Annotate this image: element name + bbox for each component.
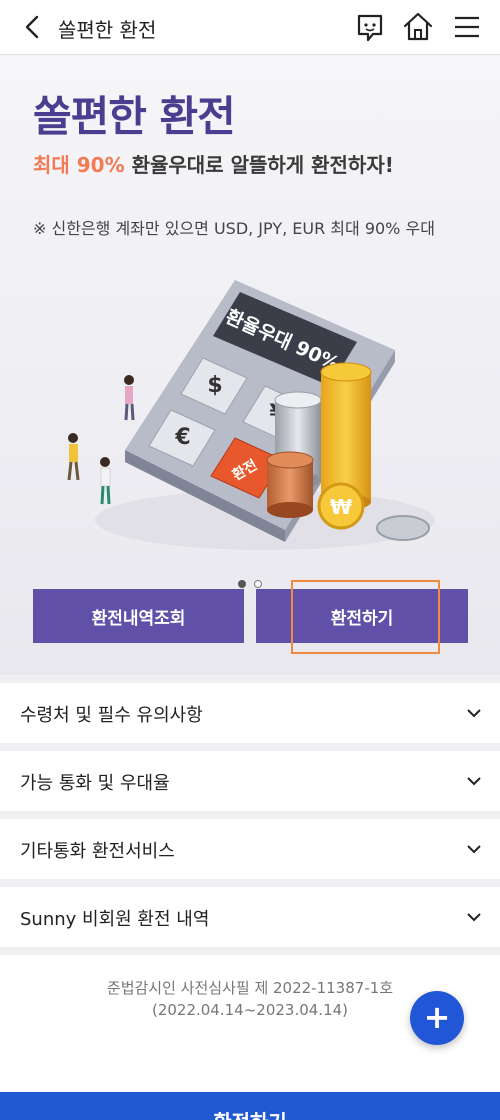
accordion-currencies-rates[interactable]: 가능 통화 및 우대율: [0, 751, 500, 811]
subtitle-highlight: 최대 90%: [33, 153, 125, 177]
carousel-dot-1[interactable]: [238, 580, 246, 588]
subtitle-text: 환율우대로 알뜰하게 환전하자!: [124, 153, 394, 177]
promo-banner: 쏠편한 환전 최대 90% 환율우대로 알뜰하게 환전하자! ※ 신한은행 계좌…: [0, 55, 500, 675]
hamburger-menu-icon[interactable]: [450, 10, 484, 44]
banner-title: 쏠편한 환전: [33, 92, 236, 141]
accordion-label: 기타통화 환전서비스: [20, 841, 175, 862]
accordion-pickup-notice[interactable]: 수령처 및 필수 유의사항: [0, 683, 500, 743]
footer-area: 준법감시인 사전심사필 제 2022-11387-1호 (2022.04.14~…: [0, 955, 500, 1095]
chevron-down-icon: [467, 913, 481, 922]
bottom-exchange-button[interactable]: 환전하기: [0, 1092, 500, 1120]
accordion-label: Sunny 비회원 환전 내역: [20, 909, 210, 930]
carousel-dot-2[interactable]: [254, 580, 263, 588]
bottom-exchange-label: 환전하기: [0, 1106, 500, 1120]
chevron-down-icon: [467, 777, 481, 786]
accordion-other-currency-service[interactable]: 기타통화 환전서비스: [0, 819, 500, 879]
plus-icon: +: [423, 998, 451, 1036]
exchange-button[interactable]: 환전하기: [256, 589, 468, 643]
dollar-key-label: $: [207, 373, 222, 398]
chevron-down-icon: [467, 709, 481, 718]
banner-subtitle: 최대 90% 환율우대로 알뜰하게 환전하자!: [33, 149, 394, 178]
calculator-coins-illustration: 환율우대 90% $ ¥ € 환전 ₩: [67, 280, 435, 550]
chat-icon[interactable]: [353, 10, 387, 44]
back-icon[interactable]: [18, 12, 48, 42]
person-figures: [67, 375, 135, 505]
accordion-label: 수령처 및 필수 유의사항: [20, 705, 203, 726]
floating-add-button[interactable]: +: [410, 991, 464, 1045]
accordion-sunny-nonmember-history[interactable]: Sunny 비회원 환전 내역: [0, 887, 500, 947]
euro-key-label: €: [174, 425, 190, 450]
chevron-down-icon: [467, 845, 481, 854]
accordion-label: 가능 통화 및 우대율: [20, 773, 170, 794]
page-title: 쏠편한 환전: [58, 18, 157, 42]
home-icon[interactable]: [401, 10, 435, 44]
won-coin-label: ₩: [330, 495, 352, 519]
top-nav-bar: 쏠편한 환전: [0, 0, 500, 55]
exchange-history-button[interactable]: 환전내역조회: [33, 589, 244, 643]
banner-note: ※ 신한은행 계좌만 있으면 USD, JPY, EUR 최대 90% 우대: [33, 219, 435, 238]
